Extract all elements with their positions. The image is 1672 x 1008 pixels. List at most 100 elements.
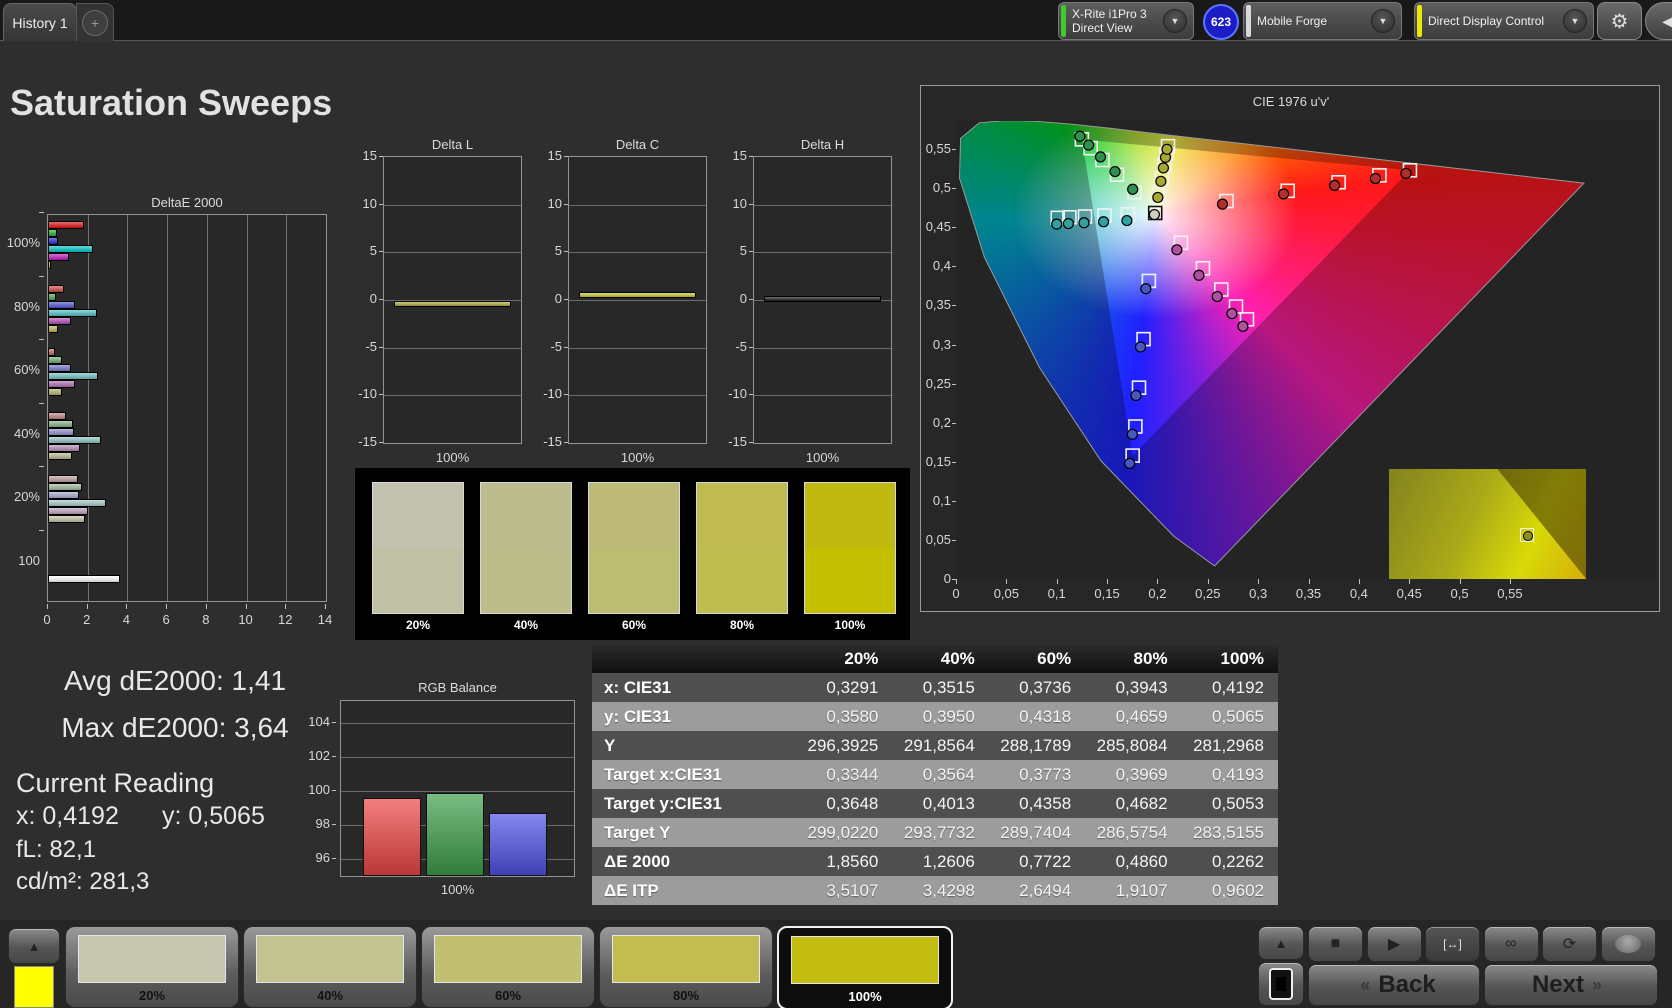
meter-line1: X-Rite i1Pro 3 <box>1072 7 1147 21</box>
table-cell: 281,2968 <box>1181 731 1278 760</box>
back-label: Back <box>1378 971 1436 998</box>
refresh-icon: ⟳ <box>1562 936 1577 953</box>
red-sweep-measured <box>1400 167 1412 180</box>
refresh-button[interactable]: ⟳ <box>1542 926 1597 962</box>
patch-button-40%[interactable]: 40% <box>243 926 417 1008</box>
patch-button-100%[interactable]: 100% <box>777 926 953 1008</box>
gridline <box>341 757 574 759</box>
tick <box>39 466 44 467</box>
blank-button[interactable] <box>1600 926 1656 962</box>
cie-zoom-inset[interactable] <box>1389 469 1586 579</box>
yellow-sweep-measured <box>1161 143 1173 155</box>
table-row-label: Target Y <box>592 818 796 847</box>
settings-button[interactable]: ⚙ <box>1597 2 1642 40</box>
patch-button-label: 20% <box>138 988 166 1003</box>
blue-sweep-measured <box>1130 389 1142 402</box>
table-row-label: ΔE ITP <box>592 876 796 905</box>
gridline <box>569 204 706 206</box>
step-button[interactable]: [↔] <box>1425 926 1480 962</box>
source-dropdown[interactable]: Mobile Forge ▼ <box>1243 2 1402 40</box>
tick <box>1409 579 1411 584</box>
table-cell: 0,4659 <box>1085 702 1182 731</box>
table-cell: 0,5053 <box>1181 789 1278 818</box>
gridline <box>286 215 288 601</box>
arrow-up-icon: ▲ <box>1274 935 1288 951</box>
table-cell: 0,4860 <box>1085 847 1182 876</box>
rgb-bar-G <box>426 792 484 876</box>
de-bar-100%-yellow <box>48 261 51 269</box>
patch-button-80%[interactable]: 80% <box>599 926 773 1008</box>
tick <box>564 394 568 396</box>
gridline <box>569 300 706 301</box>
delta_l-ytick: -15 <box>358 434 377 449</box>
cie-diagram-panel: CIE 1976 u'v' 0 0,05 0,1 0,15 0,2 0,25 0,3 0,35… <box>920 85 1660 612</box>
table-col-header: 40% <box>892 645 989 673</box>
workflow-dropdown[interactable]: Direct Display Control ▼ <box>1414 2 1594 40</box>
top-bar: History 1 + X-Rite i1Pro 3 Direct View ▼… <box>0 0 1672 41</box>
patch-button-label: 80% <box>672 988 700 1003</box>
table-cell: 0,3648 <box>796 789 893 818</box>
gridline <box>384 347 521 349</box>
tick <box>166 604 168 609</box>
de-bar-60%-cyan <box>48 372 98 380</box>
blue-sweep-measured <box>1140 283 1152 295</box>
delta_h-title: Delta H <box>800 137 845 152</box>
transport-up-button[interactable]: ▲ <box>1258 926 1304 960</box>
table-corner <box>592 645 796 673</box>
tick <box>379 346 383 348</box>
table-cell: 0,5065 <box>1181 702 1278 731</box>
delta_h-bar <box>764 295 881 302</box>
table-cell: 0,7722 <box>988 847 1086 876</box>
table-cell: 2,6494 <box>988 876 1086 905</box>
table-cell: 289,7404 <box>988 818 1086 847</box>
tick <box>205 604 207 609</box>
green-sweep-measured <box>1127 183 1139 195</box>
table-cell: 296,3925 <box>796 731 893 760</box>
table-row: Target Y 299,0220 293,7732 289,7404 286,5754… <box>592 818 1278 847</box>
de-group-label: 20% <box>13 489 40 504</box>
tick <box>126 604 128 609</box>
tick <box>952 539 956 541</box>
delta_l-bar <box>394 300 511 307</box>
delta_c-ytick: -5 <box>550 338 562 354</box>
rgb-bar-B <box>489 813 547 876</box>
tick <box>1459 579 1461 584</box>
de-group-label: 80% <box>13 298 40 314</box>
delta_h-ytick: 10 <box>732 195 747 211</box>
tick <box>379 156 383 157</box>
patch-button-20%[interactable]: 20% <box>65 926 239 1008</box>
play-button[interactable]: ▶ <box>1366 926 1422 962</box>
cyan-sweep-measured <box>1097 216 1110 228</box>
table-cell: 1,2606 <box>892 847 989 876</box>
tab-history-1[interactable]: History 1 <box>3 3 77 41</box>
stop-measure-button[interactable] <box>1258 962 1304 1006</box>
patch-button-60%[interactable]: 60% <box>421 926 595 1008</box>
stop-button[interactable]: ■ <box>1308 926 1363 962</box>
meter-dropdown[interactable]: X-Rite i1Pro 3 Direct View ▼ <box>1058 2 1194 40</box>
deltae2000-y-labels: 100% 80% 60% 40% 20% 100 <box>0 212 44 602</box>
tick <box>47 604 48 609</box>
de-bar-100%-cyan <box>48 245 94 253</box>
add-tab-button[interactable]: + <box>76 3 114 41</box>
next-button[interactable]: Next » <box>1484 964 1658 1006</box>
gridline <box>341 723 574 725</box>
tick <box>1157 579 1159 584</box>
de-bar-20%-cyan <box>48 499 106 507</box>
meter-count-badge[interactable]: 623 <box>1203 4 1239 40</box>
rgb-balance-chart <box>340 700 575 877</box>
loop-button[interactable]: ∞ <box>1483 926 1539 962</box>
collapse-panel-button[interactable]: ◀ <box>1645 2 1672 40</box>
current-patch-swatch[interactable] <box>14 966 54 1008</box>
gridline <box>167 215 169 601</box>
back-button[interactable]: « Back <box>1308 964 1480 1006</box>
gridline <box>569 347 706 349</box>
patch-list-up-button[interactable]: ▲ <box>8 928 60 964</box>
tick <box>1358 579 1360 584</box>
deltae2000-chart <box>47 214 327 602</box>
tick <box>379 299 383 300</box>
patch-chip <box>612 935 760 983</box>
tick <box>332 824 336 826</box>
de-xtick: 4 <box>122 612 131 627</box>
tick <box>749 442 753 443</box>
de-bar-60%-yellow <box>48 388 62 396</box>
